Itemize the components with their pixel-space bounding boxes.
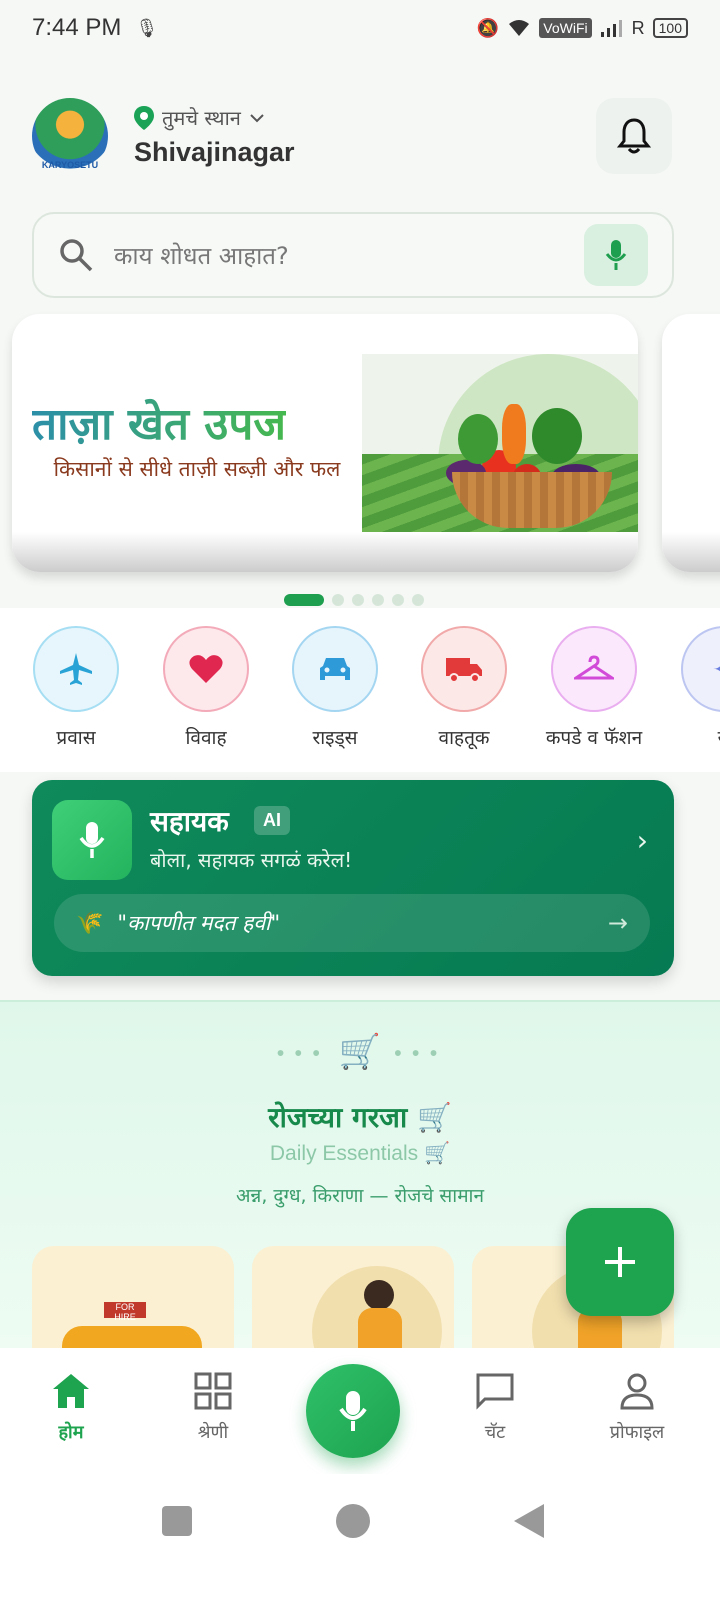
assistant-name: सहायक: [150, 805, 229, 838]
category-travel[interactable]: प्रवास: [14, 626, 138, 750]
truck-icon: [446, 658, 482, 683]
banner-subtitle: किसानों से सीधे ताज़ी सब्ज़ी और फल: [53, 457, 341, 481]
vegetable-basket-illustration: [362, 354, 638, 534]
pagination-dot: [372, 594, 384, 606]
mute-icon: 🔕: [476, 17, 500, 38]
essential-card[interactable]: [252, 1246, 454, 1350]
recents-button[interactable]: [162, 1506, 192, 1536]
category-label: राइड्स: [312, 727, 358, 749]
category-rides[interactable]: राइड्स: [273, 626, 397, 750]
status-bar: 7:44 PM 🎙 🔕 VoWiFi R 100: [0, 0, 720, 56]
nav-profile[interactable]: प्रोफाइल: [582, 1372, 692, 1444]
promo-banner[interactable]: ताज़ा खेत उपज किसानों से सीधे ताज़ी सब्ज…: [12, 314, 638, 572]
bottom-nav: होम श्रेणी चॅट प्रोफाइल: [0, 1348, 720, 1474]
cart-icon: 🛒: [338, 1032, 382, 1072]
category-label: विवाह: [185, 727, 227, 749]
chat-icon: [476, 1373, 514, 1410]
chevron-right-icon[interactable]: ›: [637, 824, 648, 857]
location-pin-icon: [134, 105, 154, 130]
search-icon: [60, 239, 93, 272]
suggested-prompt-text: "कापणीत मदत हवी": [117, 911, 281, 935]
location-selector[interactable]: तुमचे स्थान Shivajinagar: [134, 104, 295, 168]
essential-card[interactable]: FOR HIRE: [32, 1246, 234, 1350]
section-description: अन्न, दुग्ध, किराणा — रोजचे सामान: [235, 1185, 485, 1207]
voice-search-button[interactable]: [584, 224, 648, 286]
person-icon: [620, 1373, 654, 1410]
nav-label: होम: [58, 1422, 84, 1443]
category-strip: प्रवास विवाह राइड्स वाहतूक कपडे व फॅशन ✦…: [0, 608, 720, 772]
category-label: कपडे व फॅशन: [545, 727, 643, 749]
home-icon: [53, 1374, 89, 1408]
logo-text: KARYOSETU: [41, 160, 99, 170]
grid-icon: [194, 1372, 232, 1410]
category-marriage[interactable]: विवाह: [144, 626, 268, 750]
suggested-prompt[interactable]: 🌾 "कापणीत मदत हवी" →: [54, 894, 650, 952]
app-logo: KARYOSETU: [32, 98, 108, 174]
taxi-sign: FOR HIRE: [104, 1302, 146, 1322]
roaming-indicator: R: [631, 17, 645, 38]
pagination-dot: [412, 594, 424, 606]
vowifi-badge: VoWiFi: [539, 18, 592, 38]
home-system-button[interactable]: [336, 1504, 370, 1538]
status-time: 7:44 PM: [32, 14, 122, 41]
taxi-illustration: [62, 1326, 202, 1350]
assistant-mic-button[interactable]: [52, 800, 132, 880]
pagination-dot: [392, 594, 404, 606]
system-nav-bar: [0, 1474, 720, 1600]
airplane-icon: [60, 653, 92, 685]
bell-icon: [617, 118, 651, 154]
wifi-icon: [509, 20, 530, 36]
cart-divider: ••• 🛒 •••: [274, 1032, 446, 1072]
banner-pagination: [284, 594, 424, 606]
category-transport[interactable]: वाहतूक: [402, 626, 526, 750]
wheat-icon: 🌾: [76, 910, 104, 936]
nav-chat[interactable]: चॅट: [440, 1372, 550, 1444]
nav-label: श्रेणी: [197, 1422, 229, 1443]
location-city: Shivajinagar: [134, 137, 295, 167]
nav-label: प्रोफाइल: [609, 1422, 665, 1443]
pagination-dot: [352, 594, 364, 606]
car-icon: [320, 658, 350, 680]
location-label: तुमचे स्थान: [162, 106, 241, 130]
search-bar[interactable]: काय शोधत आहात?: [32, 212, 674, 298]
status-icons: 🔕 VoWiFi R 100: [477, 18, 688, 39]
heart-icon: [189, 655, 223, 683]
mic-indicator-icon: 🎙: [135, 17, 159, 38]
category-more[interactable]: ✦ स: [662, 626, 720, 750]
section-title-en: Daily Essentials 🛒: [269, 1142, 451, 1165]
nav-home[interactable]: होम: [16, 1372, 126, 1444]
search-input[interactable]: काय शोधत आहात?: [114, 239, 289, 272]
notifications-button[interactable]: [596, 98, 672, 174]
promo-banner-next[interactable]: [662, 314, 720, 572]
pagination-dot: [332, 594, 344, 606]
category-label: स: [662, 724, 720, 750]
ai-badge: AI: [254, 806, 290, 835]
battery-indicator: 100: [652, 18, 688, 38]
vendor-illustration: [358, 1308, 402, 1350]
add-button[interactable]: [566, 1208, 674, 1316]
more-icon: ✦: [712, 653, 720, 686]
category-label: वाहतूक: [438, 727, 490, 749]
mic-icon: [605, 240, 627, 270]
assistant-card[interactable]: सहायक AI बोला, सहायक सगळं करेल! › 🌾 "काप…: [32, 780, 674, 976]
pagination-dot: [284, 594, 324, 606]
category-label: प्रवास: [56, 727, 96, 749]
back-button[interactable]: [514, 1504, 544, 1538]
section-title: रोजच्या गरजा 🛒: [268, 1101, 452, 1134]
voice-assistant-button[interactable]: [306, 1364, 400, 1458]
banner-title: ताज़ा खेत उपज: [32, 392, 286, 452]
signal-icon: [600, 20, 622, 37]
assistant-tagline: बोला, सहायक सगळं करेल!: [150, 848, 353, 872]
app-header: KARYOSETU तुमचे स्थान Shivajinagar: [32, 96, 672, 176]
mic-icon: [79, 822, 105, 858]
nav-label: चॅट: [484, 1422, 506, 1443]
chevron-down-icon: [250, 113, 264, 122]
category-fashion[interactable]: कपडे व फॅशन: [532, 626, 656, 750]
hanger-icon: [574, 655, 614, 680]
arrow-right-icon: →: [607, 909, 628, 937]
nav-categories[interactable]: श्रेणी: [158, 1372, 268, 1444]
mic-icon: [339, 1391, 367, 1431]
plus-icon: [605, 1247, 635, 1277]
